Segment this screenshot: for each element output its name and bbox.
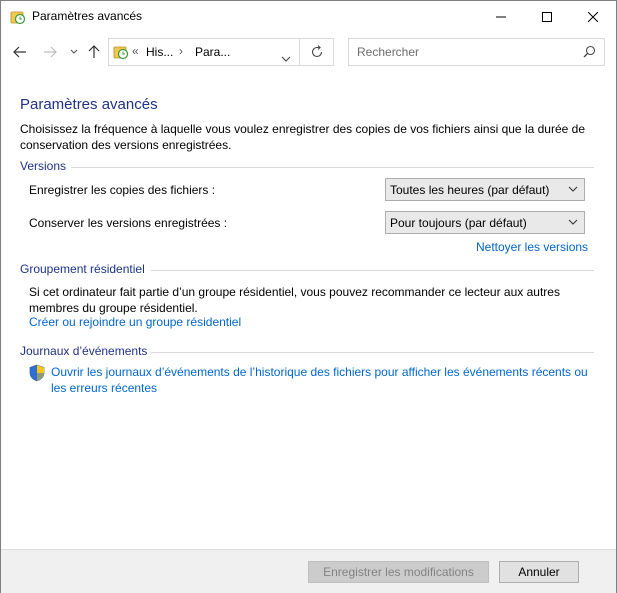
maximize-icon [542,11,552,22]
window: Paramètres avancés « His... › Para... Re… [0,0,617,593]
chevron-down-icon [568,186,578,192]
recent-locations-button[interactable] [65,43,83,61]
cleanup-versions-link[interactable]: Nettoyer les versions [476,240,588,254]
search-icon[interactable] [583,45,596,63]
arrow-left-icon [13,46,26,58]
up-button[interactable] [85,43,103,61]
section-divider [151,270,594,271]
address-dropdown-button[interactable] [281,49,291,67]
event-logs-heading: Journaux d’événements [20,344,148,358]
search-box[interactable] [348,38,605,66]
homegroup-heading: Groupement résidentiel [20,262,145,276]
arrow-up-icon [88,45,100,58]
save-frequency-label: Enregistrer les copies des fichiers : [29,183,216,197]
homegroup-text: Si cet ordinateur fait partie d’un group… [29,285,560,315]
save-changes-button[interactable]: Enregistrer les modifications [308,561,489,583]
versions-heading: Versions [20,159,67,173]
content-area: Paramètres avancés Choisissez la fréquen… [1,72,616,549]
page-description: Choisissez la fréquence à laquelle vous … [20,122,585,152]
title-bar: Paramètres avancés [1,1,616,32]
address-bar[interactable]: « His... › Para... [108,38,300,66]
close-button[interactable] [570,1,616,32]
minimize-button[interactable] [478,1,524,32]
overflow-chevron[interactable]: « [132,44,139,58]
file-history-icon [113,44,129,60]
search-input[interactable] [357,44,572,60]
navigation-bar: « His... › Para... [1,32,616,72]
cancel-button[interactable]: Annuler [499,561,579,583]
back-button[interactable] [11,43,29,61]
section-divider [71,167,594,168]
refresh-icon [311,45,322,58]
footer-bar: Enregistrer les modifications Annuler [1,549,616,593]
refresh-button[interactable] [300,38,334,66]
file-history-icon [10,9,26,25]
breadcrumb-separator[interactable]: › [179,44,183,58]
keep-versions-value: Pour toujours (par défaut) [390,216,527,230]
save-frequency-value: Toutes les heures (par défaut) [390,183,550,197]
chevron-down-icon [568,219,578,225]
homegroup-link[interactable]: Créer ou rejoindre un groupe résidentiel [29,315,241,329]
shield-icon [29,364,45,387]
minimize-icon [496,16,506,17]
save-frequency-select[interactable]: Toutes les heures (par défaut) [385,178,585,201]
keep-versions-label: Conserver les versions enregistrées : [29,216,228,230]
chevron-down-icon [281,56,291,62]
breadcrumb-history[interactable]: His... [146,45,173,59]
arrow-right-icon [44,46,57,58]
keep-versions-select[interactable]: Pour toujours (par défaut) [385,211,585,234]
window-title: Paramètres avancés [32,9,143,23]
section-divider [151,352,594,353]
maximize-button[interactable] [524,1,570,32]
open-event-logs-link[interactable]: Ouvrir les journaux d’événements de l’hi… [51,364,591,396]
page-title: Paramètres avancés [20,96,158,113]
chevron-down-icon [70,49,78,54]
forward-button[interactable] [41,43,59,61]
breadcrumb-settings[interactable]: Para... [195,45,230,59]
close-icon [588,11,598,22]
